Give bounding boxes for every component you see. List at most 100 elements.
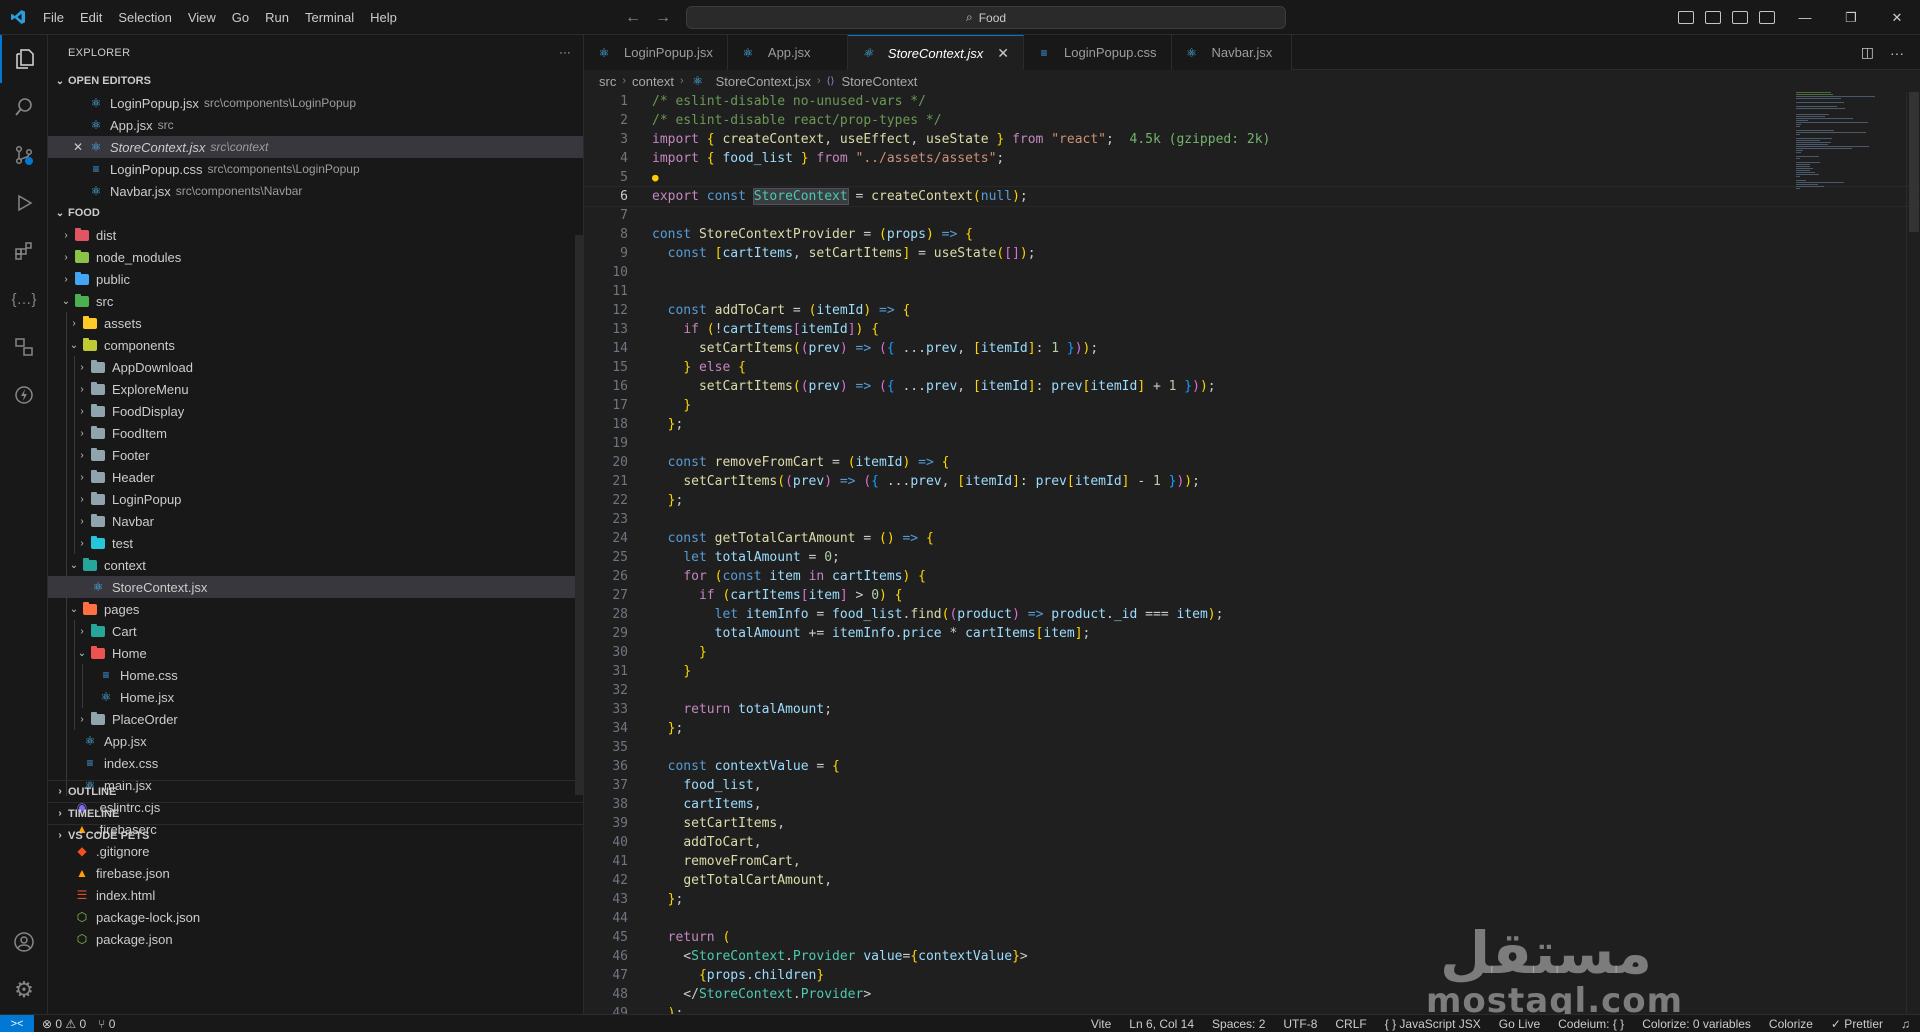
folder-item[interactable]: ⌄ components — [48, 334, 583, 356]
code-line[interactable]: 31 } — [584, 662, 1920, 681]
account-icon[interactable] — [0, 918, 48, 966]
code-line[interactable]: 3 import { createContext, useEffect, useS… — [584, 130, 1920, 149]
breadcrumb-item[interactable]: context — [632, 74, 674, 89]
code-line[interactable]: 34 }; — [584, 719, 1920, 738]
code-line[interactable]: 39 setCartItems, — [584, 814, 1920, 833]
code-line[interactable]: 11 — [584, 282, 1920, 301]
project-header[interactable]: ⌄ FOOD — [48, 202, 583, 224]
folder-item[interactable]: › test — [48, 532, 583, 554]
open-editor-item[interactable]: ⚛ App.jsx src — [48, 114, 583, 136]
sidebar-scrollbar[interactable] — [575, 235, 583, 795]
code-line[interactable]: 32 — [584, 681, 1920, 700]
notifications-bell-icon[interactable]: ♫ — [1901, 1017, 1910, 1031]
folder-item[interactable]: ⌄ Home — [48, 642, 583, 664]
menu-run[interactable]: Run — [257, 0, 297, 35]
folder-item[interactable]: › ExploreMenu — [48, 378, 583, 400]
status-item[interactable]: CRLF — [1335, 1017, 1366, 1031]
folder-item[interactable]: ⌄ context — [48, 554, 583, 576]
code-line[interactable]: 44 — [584, 909, 1920, 928]
more-actions-icon[interactable]: ··· — [559, 47, 571, 59]
remote-indicator[interactable]: >< — [0, 1014, 34, 1032]
code-line[interactable]: 36 const contextValue = { — [584, 757, 1920, 776]
code-line[interactable]: 28 let itemInfo = food_list.find((produc… — [584, 605, 1920, 624]
toggle-primary-sidebar-icon[interactable] — [1678, 11, 1694, 24]
status-item[interactable]: Go Live — [1499, 1017, 1540, 1031]
file-item[interactable]: ≡ index.css — [48, 752, 583, 774]
folder-item[interactable]: › node_modules — [48, 246, 583, 268]
code-editor[interactable]: 1 /* eslint-disable no-unused-vars */ 2 /* … — [584, 92, 1920, 1014]
settings-gear-icon[interactable]: ⚙ — [0, 966, 48, 1014]
code-line[interactable]: 23 — [584, 510, 1920, 529]
folder-item[interactable]: › Header — [48, 466, 583, 488]
restore-icon[interactable]: ❐ — [1828, 0, 1874, 35]
code-line[interactable]: 12 const addToCart = (itemId) => { — [584, 301, 1920, 320]
code-line[interactable]: 30 } — [584, 643, 1920, 662]
status-item[interactable]: { } JavaScript JSX — [1385, 1017, 1481, 1031]
code-line[interactable]: 7 — [584, 206, 1920, 225]
status-item[interactable]: Colorize: 0 variables — [1642, 1017, 1751, 1031]
tab-loginpopup-css[interactable]: ≡ LoginPopup.css — [1024, 35, 1172, 70]
thunder-client-icon[interactable] — [0, 371, 48, 419]
file-item[interactable]: ⚛ App.jsx — [48, 730, 583, 752]
code-line[interactable]: 33 return totalAmount; — [584, 700, 1920, 719]
code-line[interactable]: 9 const [cartItems, setCartItems] = useS… — [584, 244, 1920, 263]
menu-file[interactable]: File — [35, 0, 72, 35]
open-editor-item[interactable]: ✕ ⚛ StoreContext.jsx src\context — [48, 136, 583, 158]
code-line[interactable]: 1 /* eslint-disable no-unused-vars */ — [584, 92, 1920, 111]
code-line[interactable]: 14 setCartItems((prev) => ({ ...prev, [i… — [584, 339, 1920, 358]
status-item[interactable]: UTF-8 — [1283, 1017, 1317, 1031]
folder-item[interactable]: › assets — [48, 312, 583, 334]
code-line[interactable]: 20 const removeFromCart = (itemId) => { — [584, 453, 1920, 472]
code-line[interactable]: 29 totalAmount += itemInfo.price * cartI… — [584, 624, 1920, 643]
code-line[interactable]: 24 const getTotalCartAmount = () => { — [584, 529, 1920, 548]
folder-item[interactable]: › Cart — [48, 620, 583, 642]
menu-go[interactable]: Go — [224, 0, 257, 35]
toggle-secondary-sidebar-icon[interactable] — [1732, 11, 1748, 24]
status-item[interactable]: Ln 6, Col 14 — [1129, 1017, 1194, 1031]
code-line[interactable]: 22 }; — [584, 491, 1920, 510]
code-line[interactable]: 25 let totalAmount = 0; — [584, 548, 1920, 567]
code-line[interactable]: 21 setCartItems((prev) => ({ ...prev, [i… — [584, 472, 1920, 491]
code-line[interactable]: 49 ); — [584, 1004, 1920, 1014]
file-item[interactable]: ⬡ package.json — [48, 928, 583, 950]
code-line[interactable]: 47 {props.children} — [584, 966, 1920, 985]
folder-item[interactable]: › Navbar — [48, 510, 583, 532]
minimize-icon[interactable]: — — [1782, 0, 1828, 35]
ports-indicator[interactable]: ⑂ 0 — [98, 1017, 115, 1031]
code-line[interactable]: 45 return ( — [584, 928, 1920, 947]
section-vs-code-pets[interactable]: › VS CODE PETS — [48, 824, 583, 846]
code-line[interactable]: 35 — [584, 738, 1920, 757]
code-line[interactable]: 43 }; — [584, 890, 1920, 909]
code-line[interactable]: 17 } — [584, 396, 1920, 415]
folder-item[interactable]: › public — [48, 268, 583, 290]
code-line[interactable]: 26 for (const item in cartItems) { — [584, 567, 1920, 586]
run-debug-icon[interactable] — [0, 179, 48, 227]
open-editors-header[interactable]: ⌄ OPEN EDITORS — [48, 70, 583, 92]
code-line[interactable]: 15 } else { — [584, 358, 1920, 377]
folder-item[interactable]: › Footer — [48, 444, 583, 466]
status-item[interactable]: Codeium: { } — [1558, 1017, 1624, 1031]
open-editor-item[interactable]: ⚛ Navbar.jsx src\components\Navbar — [48, 180, 583, 202]
code-line[interactable]: 10 — [584, 263, 1920, 282]
folder-item[interactable]: › AppDownload — [48, 356, 583, 378]
menu-edit[interactable]: Edit — [72, 0, 110, 35]
folder-item[interactable]: › FoodDisplay — [48, 400, 583, 422]
code-line[interactable]: 48 </StoreContext.Provider> — [584, 985, 1920, 1004]
status-item[interactable]: Spaces: 2 — [1212, 1017, 1265, 1031]
code-line[interactable]: 40 addToCart, — [584, 833, 1920, 852]
code-line[interactable]: 4 import { food_list } from "../assets/as… — [584, 149, 1920, 168]
source-control-icon[interactable] — [0, 131, 48, 179]
file-item[interactable]: ☰ index.html — [48, 884, 583, 906]
close-tab-icon[interactable]: ✕ — [997, 45, 1009, 62]
command-center-search[interactable]: ⌕ Food — [686, 6, 1286, 29]
status-item[interactable]: Vite — [1091, 1017, 1111, 1031]
menu-selection[interactable]: Selection — [110, 0, 179, 35]
breadcrumb-item[interactable]: src — [599, 74, 616, 89]
breadcrumb-item[interactable]: StoreContext — [841, 74, 917, 89]
status-item[interactable]: Colorize — [1769, 1017, 1813, 1031]
back-arrow-icon[interactable]: ← — [625, 9, 641, 27]
tab-app-jsx[interactable]: ⚛ App.jsx — [727, 35, 848, 70]
section-outline[interactable]: › OUTLINE — [48, 780, 583, 802]
close-window-icon[interactable]: ✕ — [1874, 0, 1920, 35]
folder-item[interactable]: › dist — [48, 224, 583, 246]
